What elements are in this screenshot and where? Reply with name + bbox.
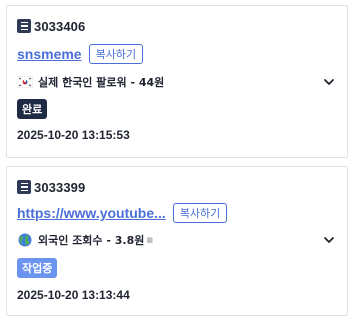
status-badge: 완료 — [17, 99, 48, 119]
order-id-row: 3033399 — [17, 178, 337, 196]
document-icon — [17, 19, 31, 33]
order-id: 3033399 — [34, 179, 86, 195]
south-korea-flag-icon — [17, 76, 33, 88]
order-link[interactable]: snsmeme — [17, 46, 82, 62]
status-row: 작업중 — [17, 258, 337, 278]
globe-icon — [17, 233, 33, 247]
copy-button[interactable]: 복사하기 — [88, 44, 144, 64]
service-name: 외국인 조회수 - 3.8원 — [38, 234, 145, 247]
grid-icon: ▦ — [146, 237, 154, 244]
order-id-row: 3033406 — [17, 17, 337, 35]
service-row: 실제 한국인 팔로워 - 44원 — [17, 72, 337, 92]
order-card: 3033399 https://www.youtube... 복사하기 외국인 … — [6, 166, 348, 316]
order-id: 3033406 — [34, 18, 86, 34]
status-badge: 작업중 — [17, 258, 58, 278]
chevron-down-icon[interactable] — [323, 76, 335, 88]
service-row: 외국인 조회수 - 3.8원 ▦ — [17, 230, 337, 250]
order-timestamp: 2025-10-20 13:13:44 — [17, 288, 130, 302]
order-link[interactable]: https://www.youtube... — [17, 205, 166, 221]
status-row: 완료 — [17, 99, 337, 119]
order-timestamp: 2025-10-20 13:15:53 — [17, 128, 130, 142]
chevron-down-icon[interactable] — [323, 234, 335, 246]
service-name: 실제 한국인 팔로워 - 44원 — [38, 76, 165, 89]
order-card: 3033406 snsmeme 복사하기 실제 한국인 팔로워 - 44원 완료… — [6, 5, 348, 158]
link-row: https://www.youtube... 복사하기 — [17, 202, 337, 224]
link-row: snsmeme 복사하기 — [17, 43, 337, 65]
copy-button[interactable]: 복사하기 — [172, 203, 228, 223]
document-icon — [17, 180, 31, 194]
